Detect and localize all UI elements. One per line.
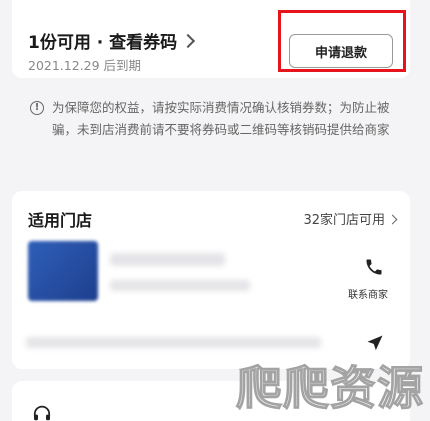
- store-thumbnail[interactable]: [28, 241, 98, 301]
- expiry-date: 2021.12.29 后到期: [28, 58, 142, 73]
- stores-card: 适用门店 32家门店可用 联系商家: [12, 191, 410, 369]
- notice-text: 为保障您的权益，请按实际消费情况确认核销券数；为防止被骗，未到店消费前请不要将券…: [52, 100, 390, 137]
- store-info-blurred: [110, 280, 250, 291]
- phone-icon[interactable]: [364, 257, 384, 277]
- watermark: 爬爬资源: [235, 360, 424, 415]
- navigation-arrow-icon[interactable]: [365, 333, 385, 353]
- chevron-right-icon: [181, 33, 196, 49]
- stores-section-title: 适用门店: [28, 211, 93, 230]
- headphones-icon[interactable]: [32, 405, 52, 421]
- store-address-blurred: [26, 337, 321, 348]
- voucher-title: 1份可用 · 查看券码: [28, 33, 178, 53]
- store-name-blurred: [110, 253, 225, 266]
- security-notice: ! 为保障您的权益，请按实际消费情况确认核销券数；为防止被骗，未到店消费前请不要…: [24, 97, 404, 141]
- info-icon: !: [30, 101, 44, 115]
- store-count: 32家门店可用: [303, 213, 385, 228]
- store-count-link[interactable]: 32家门店可用: [303, 209, 398, 228]
- contact-merchant-label[interactable]: 联系商家: [348, 286, 388, 301]
- chevron-right-icon: [387, 214, 398, 225]
- refund-button[interactable]: 申请退款: [289, 34, 393, 68]
- view-voucher-code-link[interactable]: 1份可用 · 查看券码: [28, 28, 196, 53]
